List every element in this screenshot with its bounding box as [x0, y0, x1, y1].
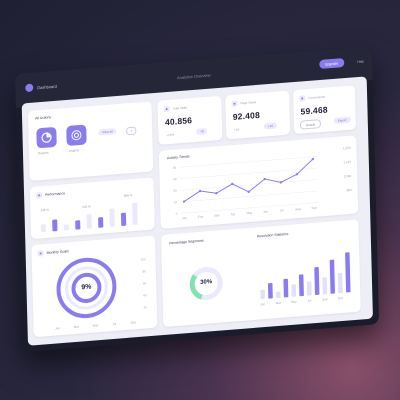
- resolution-bar: [283, 278, 289, 298]
- grid-line: [179, 156, 317, 168]
- views-label: Page Views: [240, 100, 257, 106]
- visits-pill[interactable]: +8: [196, 127, 208, 135]
- resolution-bar: [291, 284, 297, 297]
- reports-tile[interactable]: [36, 126, 57, 149]
- resolution-bar: [329, 259, 336, 294]
- visits-icon: [163, 105, 170, 113]
- reports-tile-label: Reports: [37, 150, 49, 156]
- performance-bar: [120, 212, 127, 226]
- resolution-x-tick: Jan: [260, 302, 265, 306]
- actions-card: All Actions Reports Insights View all ›: [27, 101, 154, 182]
- resolution-x-tick: Nov: [338, 296, 344, 300]
- goals-x-tick: May: [93, 323, 99, 327]
- goals-y-tick: 40: [143, 293, 147, 297]
- x-tick-label: Apr: [231, 212, 236, 216]
- goals-y-tick: 20: [144, 305, 148, 309]
- performance-bar: [63, 224, 69, 231]
- conversions-details[interactable]: Details: [299, 119, 322, 130]
- resolution-bar: [298, 274, 304, 297]
- segments-card: Percentage Segments 30% Resolution Stati…: [160, 219, 361, 328]
- actions-title: All Actions: [35, 115, 52, 121]
- resolution-columns: Jan Mar May Jul Sep Nov: [260, 252, 351, 306]
- resolution-x-tick: Mar: [276, 301, 281, 305]
- right-label-1: 1,250: [342, 145, 351, 151]
- dashboard-canvas: All Actions Reports Insights View all ›: [21, 76, 373, 346]
- goals-x-tick: Mar: [74, 325, 79, 329]
- performance-bar: [109, 208, 115, 227]
- y-tick-label: 10: [174, 200, 178, 204]
- performance-bar: [86, 214, 92, 229]
- performance-bar: [52, 219, 58, 232]
- x-tick-label: Jul: [280, 208, 284, 212]
- resolution-bar: [337, 272, 343, 294]
- performance-bar: [98, 217, 104, 228]
- x-tick-label: Feb: [198, 215, 204, 219]
- insights-tile[interactable]: [66, 124, 87, 147]
- x-tick-label: Jun: [263, 209, 268, 213]
- line-chart: 40 30 20 10 0 Jan Feb Mar Apr May Jun Jul Aug Sep: [173, 156, 318, 220]
- resolution-bar: [314, 267, 320, 295]
- performance-bar: [40, 224, 46, 233]
- goals-y-tick: 60: [143, 281, 147, 285]
- y-tick-label: 30: [173, 177, 177, 181]
- resolution-bar: [322, 277, 328, 295]
- resolution-bar: [275, 291, 281, 299]
- y-tick-label: 40: [173, 166, 177, 170]
- resolution-x-tick: Jul: [307, 298, 311, 302]
- views-tag: +24: [234, 127, 240, 132]
- goals-y-tick: 100: [141, 257, 146, 261]
- y-tick-label: 20: [173, 189, 177, 193]
- export-button[interactable]: Export: [333, 116, 351, 125]
- goals-card: Monthly Goals 100 80 60 40 20 Jan Mar May Jul Sep…: [31, 235, 158, 338]
- x-tick-label: Aug: [295, 207, 301, 211]
- performance-bar: [75, 220, 81, 230]
- goals-x-tick: Sep: [131, 320, 137, 324]
- performance-bar: [132, 202, 138, 226]
- stat-card-visits: Total Visits 40.856 +12% +8: [157, 95, 223, 145]
- conversions-label: Conversions: [308, 94, 325, 100]
- goals-x-tick: Jul: [112, 322, 116, 326]
- resolution-bar: [260, 289, 266, 300]
- grid-line: [179, 179, 318, 191]
- x-tick-label: May: [246, 211, 252, 215]
- stat-card-views: Page Views 92.408 +24 +16: [225, 90, 291, 140]
- resolution-bar: [306, 281, 312, 296]
- resolution-bar: [267, 283, 273, 299]
- right-label-4: 980: [346, 187, 352, 193]
- views-icon: [231, 100, 238, 108]
- resolution-x-tick: May: [291, 299, 297, 303]
- x-tick-label: Jan: [182, 216, 187, 220]
- performance-bars: [40, 202, 138, 233]
- performance-card: Performance 338 % 640 % 858 %: [29, 177, 155, 240]
- goals-y-tick: 80: [143, 269, 147, 273]
- x-tick-label: Mar: [214, 213, 219, 217]
- pie-chart-icon: [41, 132, 52, 143]
- views-value: 92.408: [232, 109, 261, 122]
- goals-x-tick: Jan: [55, 326, 60, 330]
- more-icon[interactable]: ›: [126, 126, 137, 136]
- view-all-pill[interactable]: View all: [98, 128, 117, 136]
- help-link[interactable]: Help: [357, 59, 364, 64]
- target-icon: [71, 130, 82, 141]
- insights-tile-label: Insights: [68, 148, 80, 153]
- visits-value: 40.856: [164, 115, 193, 128]
- resolution-x-tick: Sep: [322, 297, 328, 301]
- stat-card-conversions: Conversions 59.468 Details Export: [293, 85, 357, 135]
- visits-tag: +12%: [166, 132, 175, 138]
- right-label-2: 1,125: [343, 159, 351, 165]
- x-tick-label: Sep: [311, 206, 317, 210]
- right-label-3: 1,500: [343, 173, 352, 179]
- line-chart-card: Activity Trends 40 30 20 10 0 Jan Feb Mar Apr May…: [158, 135, 359, 229]
- conversions-value: 59.468: [300, 104, 328, 117]
- resolution-bar: [345, 252, 351, 293]
- visits-label: Total Visits: [172, 105, 187, 111]
- conversions-icon: [299, 95, 306, 102]
- upgrade-button[interactable]: Upgrade: [318, 58, 345, 70]
- tablet-device: Dashboard Analytics Overview Upgrade Hel…: [14, 45, 380, 353]
- views-pill[interactable]: +16: [263, 122, 278, 130]
- y-tick-label: 0: [176, 212, 178, 216]
